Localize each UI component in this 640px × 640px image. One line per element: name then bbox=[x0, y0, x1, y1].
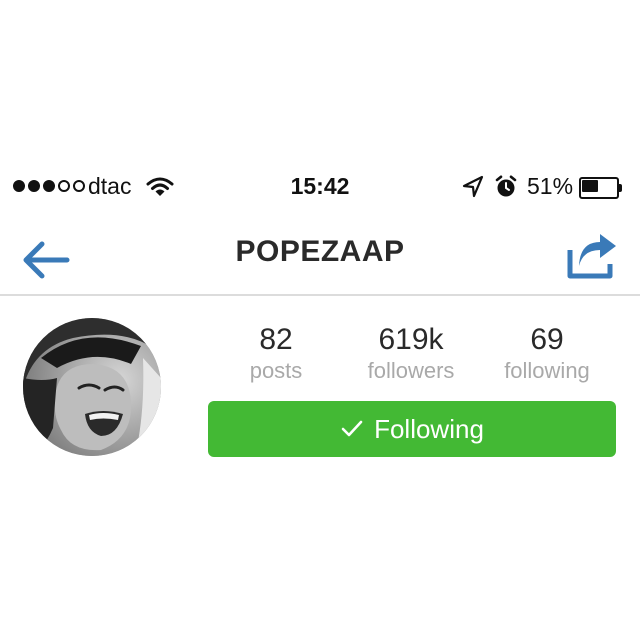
stat-followers[interactable]: 619k followers bbox=[351, 322, 471, 384]
followers-count: 619k bbox=[378, 323, 444, 356]
stat-following[interactable]: 69 following bbox=[487, 322, 607, 384]
following-button-label: Following bbox=[374, 413, 484, 444]
avatar-photo bbox=[23, 318, 161, 456]
location-arrow-icon bbox=[462, 175, 484, 198]
followers-label: followers bbox=[367, 358, 455, 383]
status-bar: dtac 15:42 51% bbox=[0, 168, 640, 208]
battery-level-fill bbox=[582, 180, 598, 192]
following-count: 69 bbox=[530, 323, 564, 356]
profile-username-title: POPEZAAP bbox=[235, 235, 405, 268]
checkmark-icon bbox=[341, 420, 363, 437]
posts-count: 82 bbox=[259, 323, 293, 356]
stat-posts[interactable]: 82 posts bbox=[216, 322, 336, 384]
navigation-bar: POPEZAAP bbox=[0, 222, 640, 296]
battery-percentage: 51% bbox=[527, 173, 574, 199]
battery-icon bbox=[579, 177, 623, 199]
alarm-clock-icon bbox=[495, 175, 517, 197]
following-button[interactable]: Following bbox=[208, 401, 616, 457]
posts-label: posts bbox=[249, 358, 303, 383]
profile-avatar[interactable] bbox=[23, 318, 161, 456]
following-label: following bbox=[504, 358, 590, 383]
app-screen: dtac 15:42 51% POPEZAAP 82 posts 619k fo… bbox=[0, 0, 640, 640]
share-button[interactable] bbox=[566, 230, 620, 282]
share-icon bbox=[567, 234, 616, 279]
